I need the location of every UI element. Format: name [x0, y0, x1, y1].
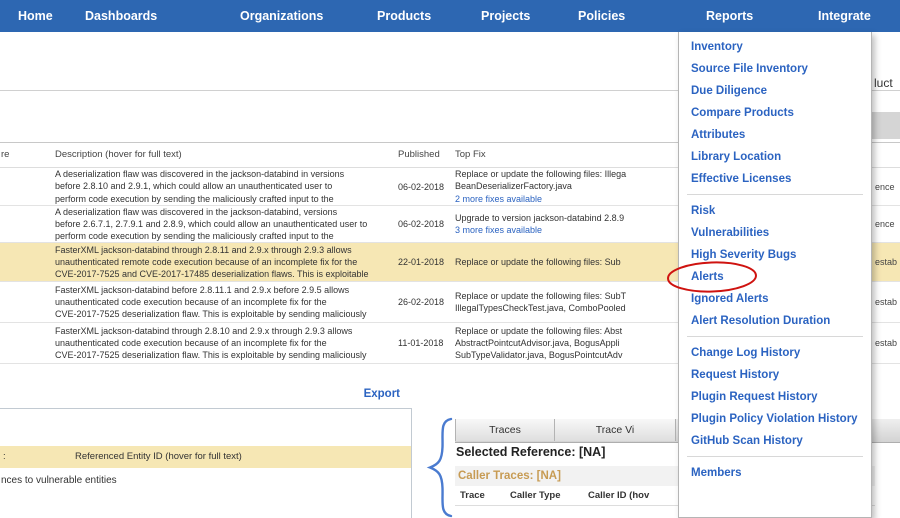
- top-fix-cell: Upgrade to version jackson-databind 2.8.…: [455, 206, 675, 242]
- menu-item-plugin-policy-violation-history[interactable]: Plugin Policy Violation History: [679, 408, 871, 430]
- col-header-caller-type[interactable]: Caller Type: [510, 490, 561, 501]
- col-header-score-fragment: re: [1, 142, 9, 167]
- reference-fragment: estab: [875, 282, 897, 322]
- nav-item-reports[interactable]: Reports: [706, 9, 753, 23]
- col-header-top-fix[interactable]: Top Fix: [455, 142, 486, 167]
- ref-header-entity-id[interactable]: Referenced Entity ID (hover for full tex…: [75, 446, 242, 468]
- cut-off-button[interactable]: [872, 112, 900, 139]
- menu-divider: [687, 194, 863, 195]
- published-date: 22-01-2018: [398, 243, 444, 281]
- menu-item-compare-products[interactable]: Compare Products: [679, 102, 871, 124]
- published-date: 26-02-2018: [398, 282, 444, 322]
- col-header-trace[interactable]: Trace: [460, 490, 485, 501]
- menu-item-attributes[interactable]: Attributes: [679, 124, 871, 146]
- menu-item-inventory[interactable]: Inventory: [679, 36, 871, 58]
- reference-fragment: ence: [875, 206, 895, 242]
- nav-item-integrate[interactable]: Integrate: [818, 9, 871, 23]
- menu-item-effective-licenses[interactable]: Effective Licenses: [679, 168, 871, 190]
- vuln-description: A deserialization flaw was discovered in…: [55, 206, 405, 242]
- menu-item-risk[interactable]: Risk: [679, 200, 871, 222]
- menu-item-members[interactable]: Members: [679, 462, 871, 484]
- col-header-description[interactable]: Description (hover for full text): [55, 142, 182, 167]
- top-fix-cell: Replace or update the following files: S…: [455, 282, 675, 322]
- col-header-published[interactable]: Published: [398, 142, 440, 167]
- nav-item-products[interactable]: Products: [377, 9, 431, 23]
- vuln-description: FasterXML jackson-databind through 2.8.1…: [55, 323, 405, 363]
- reference-fragment: estab: [875, 323, 897, 363]
- blue-brace-annotation: [423, 417, 455, 518]
- menu-item-due-diligence[interactable]: Due Diligence: [679, 80, 871, 102]
- menu-item-ignored-alerts[interactable]: Ignored Alerts: [679, 288, 871, 310]
- references-table: : Referenced Entity ID (hover for full t…: [0, 408, 412, 518]
- menu-item-request-history[interactable]: Request History: [679, 364, 871, 386]
- top-fix-cell: Replace or update the following files: I…: [455, 168, 675, 205]
- menu-item-vulnerabilities[interactable]: Vulnerabilities: [679, 222, 871, 244]
- menu-item-alert-resolution-duration[interactable]: Alert Resolution Duration: [679, 310, 871, 332]
- menu-item-source-file-inventory[interactable]: Source File Inventory: [679, 58, 871, 80]
- menu-item-library-location[interactable]: Library Location: [679, 146, 871, 168]
- nav-item-dashboards[interactable]: Dashboards: [85, 9, 157, 23]
- product-name-fragment: luct: [874, 76, 893, 90]
- vuln-description: FasterXML jackson-databind through 2.8.1…: [55, 243, 405, 281]
- top-fix-cell: Replace or update the following files: A…: [455, 323, 675, 363]
- tab-traces[interactable]: Traces: [455, 419, 555, 441]
- reference-fragment: estab: [875, 243, 897, 281]
- top-fix-cell: Replace or update the following files: S…: [455, 243, 675, 281]
- menu-item-change-log-history[interactable]: Change Log History: [679, 342, 871, 364]
- selected-reference-label: Selected Reference: [NA]: [456, 445, 605, 459]
- ref-header-fragment: :: [3, 446, 6, 468]
- app-screen: Home Dashboards Organizations Products P…: [0, 0, 900, 518]
- reports-dropdown-menu: Inventory Source File Inventory Due Dili…: [678, 32, 872, 518]
- menu-item-github-scan-history[interactable]: GitHub Scan History: [679, 430, 871, 452]
- reference-fragment: ence: [875, 168, 895, 205]
- menu-item-high-severity-bugs[interactable]: High Severity Bugs: [679, 244, 871, 266]
- top-navbar: Home Dashboards Organizations Products P…: [0, 0, 900, 32]
- more-fixes-link[interactable]: 2 more fixes available: [455, 193, 675, 205]
- nav-item-projects[interactable]: Projects: [481, 9, 530, 23]
- tab-trace-visualization[interactable]: Trace Vi: [555, 419, 676, 441]
- references-table-header: : Referenced Entity ID (hover for full t…: [0, 446, 411, 468]
- published-date: 06-02-2018: [398, 168, 444, 205]
- vuln-description: A deserialization flaw was discovered in…: [55, 168, 405, 205]
- nav-item-policies[interactable]: Policies: [578, 9, 625, 23]
- nav-item-home[interactable]: Home: [18, 9, 53, 23]
- published-date: 11-01-2018: [398, 323, 443, 363]
- menu-divider: [687, 456, 863, 457]
- menu-divider: [687, 336, 863, 337]
- col-header-caller-id[interactable]: Caller ID (hov: [588, 490, 649, 501]
- more-fixes-link[interactable]: 3 more fixes available: [455, 224, 675, 236]
- reference-row-fragment[interactable]: nces to vulnerable entities: [1, 475, 117, 486]
- menu-item-plugin-request-history[interactable]: Plugin Request History: [679, 386, 871, 408]
- vuln-description: FasterXML jackson-databind before 2.8.11…: [55, 282, 405, 322]
- menu-item-alerts[interactable]: Alerts: [679, 266, 871, 288]
- export-link[interactable]: Export: [300, 388, 400, 400]
- published-date: 06-02-2018: [398, 206, 444, 242]
- nav-item-organizations[interactable]: Organizations: [240, 9, 323, 23]
